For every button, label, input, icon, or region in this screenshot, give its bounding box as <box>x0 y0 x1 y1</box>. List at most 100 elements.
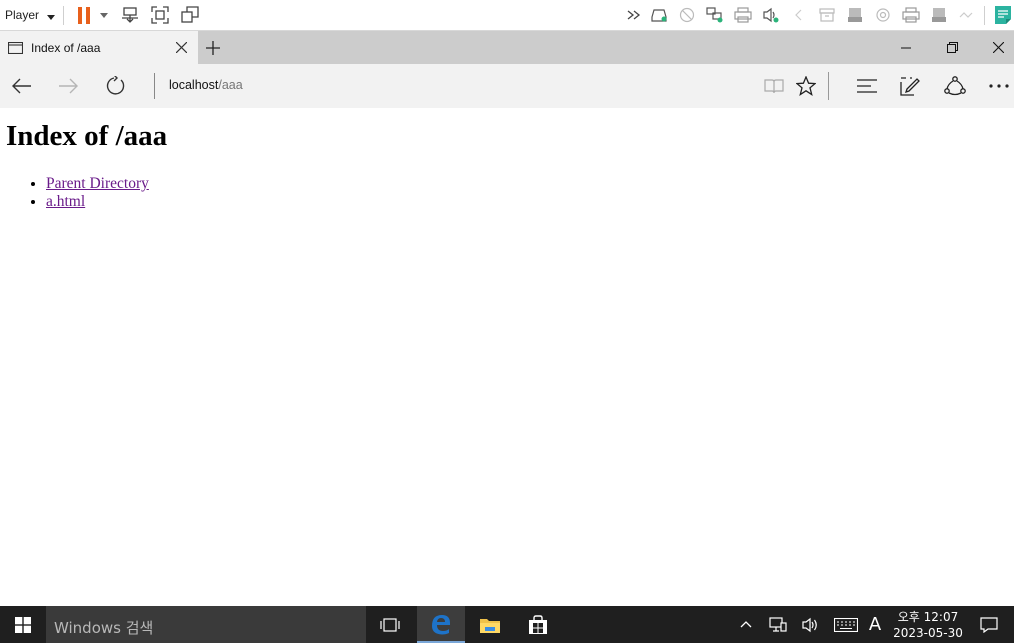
message-log-button[interactable] <box>992 4 1014 26</box>
usb-device-button-1[interactable] <box>844 5 866 25</box>
network-adapter-icon <box>706 7 723 23</box>
sound-device-button[interactable] <box>760 5 782 25</box>
input-method-indicator[interactable]: A <box>862 606 888 643</box>
keyboard-icon <box>834 617 858 632</box>
taskbar-clock[interactable]: 오후 12:07 2023-05-30 <box>888 609 968 641</box>
new-tab-button[interactable] <box>203 39 223 57</box>
cd-device-button[interactable] <box>677 5 697 25</box>
tab-index-of-aaa[interactable]: Index of /aaa <box>0 31 198 64</box>
more-options-button[interactable] <box>977 64 1014 108</box>
file-link-a-html[interactable]: a.html <box>46 193 85 210</box>
printer-device-button[interactable] <box>732 5 754 25</box>
restore-icon <box>946 42 958 53</box>
taskbar-search-box[interactable]: Windows 검색 <box>46 606 366 643</box>
usb-device-button-2[interactable] <box>928 5 950 25</box>
start-button[interactable] <box>0 606 46 643</box>
webcam-icon <box>876 8 890 22</box>
usb-drive-icon <box>848 8 862 22</box>
cd-disabled-icon <box>679 7 695 23</box>
toolbar-divider <box>984 6 985 25</box>
printer-device-button-2[interactable] <box>900 5 922 25</box>
network-device-button[interactable] <box>704 5 726 25</box>
parent-directory-link[interactable]: Parent Directory <box>46 175 149 192</box>
list-item: Parent Directory <box>46 175 149 193</box>
printer-icon <box>902 7 920 23</box>
tab-title: Index of /aaa <box>31 41 101 55</box>
refresh-button[interactable] <box>94 64 138 108</box>
speaker-icon <box>802 617 817 632</box>
list-item: a.html <box>46 193 149 211</box>
restore-button[interactable] <box>929 31 975 64</box>
computer-send-icon <box>122 7 138 23</box>
arrow-left-icon <box>12 78 31 94</box>
store-bag-icon <box>529 614 547 634</box>
refresh-icon <box>106 76 125 95</box>
folder-icon <box>480 618 500 633</box>
more-devices-button[interactable] <box>624 6 644 24</box>
share-button[interactable] <box>933 64 977 108</box>
search-placeholder: Windows 검색 <box>54 619 154 637</box>
directory-list: Parent Directory a.html <box>46 175 149 211</box>
network-tray-button[interactable] <box>763 606 793 643</box>
printer-icon <box>734 7 752 23</box>
action-center-button[interactable] <box>974 606 1004 643</box>
task-view-button[interactable] <box>366 606 414 643</box>
fullscreen-icon <box>151 6 169 24</box>
share-icon <box>944 76 966 96</box>
close-icon <box>175 41 187 53</box>
address-host: localhost <box>169 78 219 92</box>
show-hidden-icons-button[interactable] <box>731 606 761 643</box>
usb-drive-icon <box>932 8 946 22</box>
page-icon <box>7 41 23 54</box>
page-heading: Index of /aaa <box>6 120 168 152</box>
taskbar-file-explorer[interactable] <box>466 606 514 643</box>
navigation-bar: localhost/aaa <box>0 64 1014 108</box>
close-icon <box>992 42 1004 53</box>
web-page: Index of /aaa Parent Directory a.html <box>0 108 1014 606</box>
taskbar-edge-app[interactable] <box>417 606 465 643</box>
taskbar: Windows 검색 A 오후 12:07 2023-05-30 <box>0 606 1014 643</box>
link-disabled-icon <box>959 12 973 18</box>
clock-time: 오후 12:07 <box>897 610 959 624</box>
archive-icon <box>819 8 835 22</box>
player-menu-label: Player <box>5 8 40 22</box>
notification-icon <box>980 616 998 633</box>
task-view-icon <box>380 617 400 632</box>
close-window-button[interactable] <box>975 31 1014 64</box>
unity-windows-icon <box>181 6 199 23</box>
pen-note-icon <box>900 77 920 96</box>
minimize-button[interactable] <box>883 31 929 64</box>
touch-keyboard-button[interactable] <box>830 606 862 643</box>
address-divider <box>154 73 155 99</box>
web-note-button[interactable] <box>888 64 932 108</box>
back-button[interactable] <box>0 64 44 108</box>
camera-device-button[interactable] <box>872 5 894 25</box>
hard-disk-device-button[interactable] <box>648 5 670 25</box>
edge-logo-icon <box>432 614 450 634</box>
hub-button[interactable] <box>845 64 889 108</box>
hub-lines-icon <box>857 79 877 93</box>
note-icon <box>995 6 1011 24</box>
taskbar-store[interactable] <box>514 606 562 643</box>
address-bar[interactable]: localhost/aaa <box>169 78 243 92</box>
windows-logo-icon <box>15 616 31 633</box>
tab-strip: Index of /aaa <box>0 31 1014 64</box>
send-ctrl-alt-del-button[interactable] <box>119 5 141 25</box>
archive-device-button[interactable] <box>816 5 838 25</box>
chevron-down-icon <box>100 12 108 18</box>
favorite-button[interactable] <box>784 64 828 108</box>
unity-button[interactable] <box>179 5 201 25</box>
address-path: /aaa <box>218 78 243 92</box>
volume-tray-button[interactable] <box>795 606 825 643</box>
chevron-up-icon <box>740 621 752 628</box>
close-tab-button[interactable] <box>174 40 188 54</box>
pause-options-button[interactable] <box>98 8 110 22</box>
bluetooth-device-button[interactable] <box>789 5 809 25</box>
forward-button[interactable] <box>46 64 90 108</box>
plus-icon <box>206 41 220 55</box>
pause-vm-button[interactable] <box>73 5 95 25</box>
nav-divider <box>828 72 829 100</box>
player-menu-button[interactable]: Player <box>5 8 56 23</box>
fullscreen-button[interactable] <box>149 5 171 25</box>
network-status-button[interactable] <box>956 5 978 25</box>
